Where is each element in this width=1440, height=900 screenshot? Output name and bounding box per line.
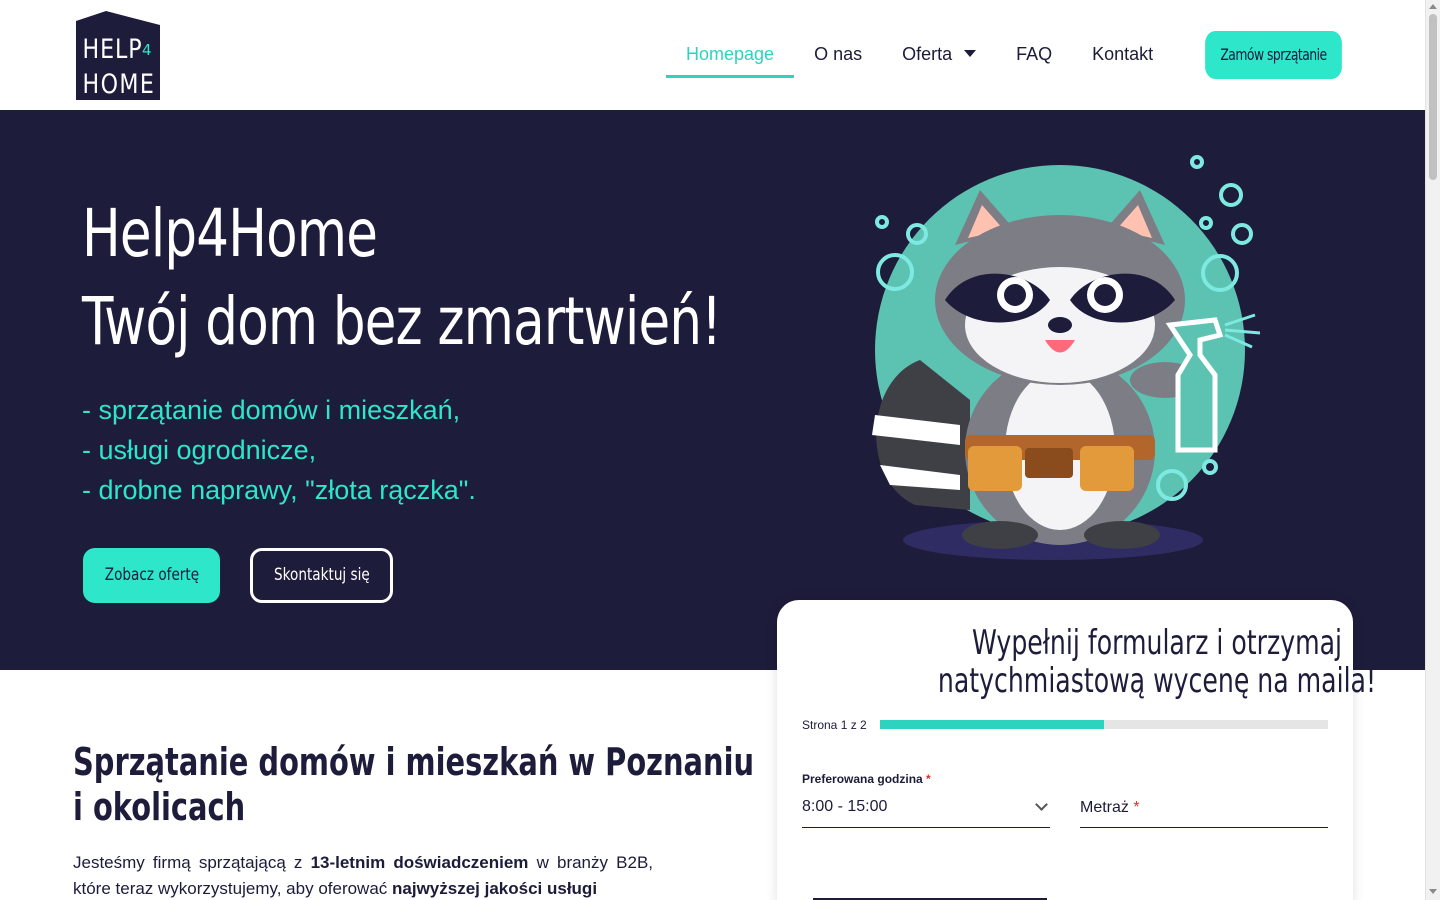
intro-bold-experience: 13-letnim doświadczeniem [310,853,529,872]
area-label-text: Metraż [1080,799,1129,816]
scroll-down-arrow-icon[interactable] [1429,889,1437,894]
hero-title-line1: Help4Home [82,195,378,272]
hero-title-line2: Twój dom bez zmartwień! [82,283,722,360]
hero-section: Help4Home Twój dom bez zmartwień! - sprz… [0,110,1425,670]
order-cleaning-button[interactable]: Zamów sprzątanie [1205,31,1342,79]
intro-paragraph: Jesteśmy firmą sprzątającą z 13-letnim d… [73,850,653,900]
page-scrollbar[interactable] [1425,0,1440,900]
nav-item-faq[interactable]: FAQ [996,31,1072,79]
intro-bold-quality: najwyższej jakości usługi [392,879,598,898]
intro-title-line2: i okolicach [73,785,246,829]
chevron-down-icon [1035,798,1048,811]
intro-title: Sprzątanie domów i mieszkań w Poznaniu i… [73,740,754,830]
form-page-indicator: Strona 1 z 2 [802,718,867,732]
nav-item-o-nas[interactable]: O nas [794,31,882,79]
preferred-hour-value: 8:00 - 15:00 [802,798,888,815]
contact-label: Skontaktuj się [273,565,370,585]
contact-button[interactable]: Skontaktuj się [250,548,393,603]
required-mark: * [1133,799,1140,816]
see-offer-button[interactable]: Zobacz ofertę [83,548,220,603]
intro-text-part1: Jesteśmy firmą sprzątającą z [73,853,311,872]
nav-item-oferta[interactable]: Oferta [882,31,996,79]
caret-down-icon [964,49,977,57]
intro-title-line1: Sprzątanie domów i mieszkań w Poznaniu [73,740,755,784]
nav-label: Kontakt [1092,44,1154,64]
required-mark: * [926,772,931,786]
logo-text-help: HELP [83,33,142,65]
hour-label-text: Preferowana godzina [802,772,923,786]
hour-field-label: Preferowana godzina * [802,772,931,786]
help4home-logo[interactable]: HELP 4 HOME [76,11,160,100]
nav-label: O nas [814,44,863,64]
nav-item-homepage[interactable]: Homepage [666,31,795,79]
nav-item-kontakt[interactable]: Kontakt [1072,31,1173,79]
main-nav: Homepage O nas Oferta FAQ Kontakt [666,31,1173,79]
service-item: - drobne naprawy, "złota rączka". [82,475,476,505]
hero-title: Help4Home Twój dom bez zmartwień! [82,190,722,366]
form-progress-bar [880,720,1328,729]
services-list: - sprzątanie domów i mieszkań, - usługi … [82,390,476,510]
preferred-hour-select[interactable]: 8:00 - 15:00 [802,794,1050,828]
quote-form-card: Wypełnij formularz i otrzymaj natychmias… [777,600,1376,900]
nav-label: FAQ [1016,44,1053,64]
site-header: HELP 4 HOME Homepage O nas Oferta FAQ Ko… [0,0,1425,110]
scroll-thumb[interactable] [1429,14,1437,180]
form-title-text: Wypełnij formularz i otrzymaj natychmias… [937,623,1377,701]
form-progress-fill [880,720,1104,729]
logo-digit: 4 [142,41,152,59]
service-item: - usługi ogrodnicze, [82,435,317,465]
service-item: - sprzątanie domów i mieszkań, [82,395,461,425]
form-title: Wypełnij formularz i otrzymaj natychmias… [777,624,1376,700]
area-field[interactable]: Metraż * [1080,794,1328,828]
nav-label: Homepage [686,44,775,64]
raccoon-mascot-illustration [872,155,1261,560]
nav-label: Oferta [902,44,953,64]
scroll-up-arrow-icon[interactable] [1429,4,1437,9]
see-offer-label: Zobacz ofertę [104,565,199,585]
